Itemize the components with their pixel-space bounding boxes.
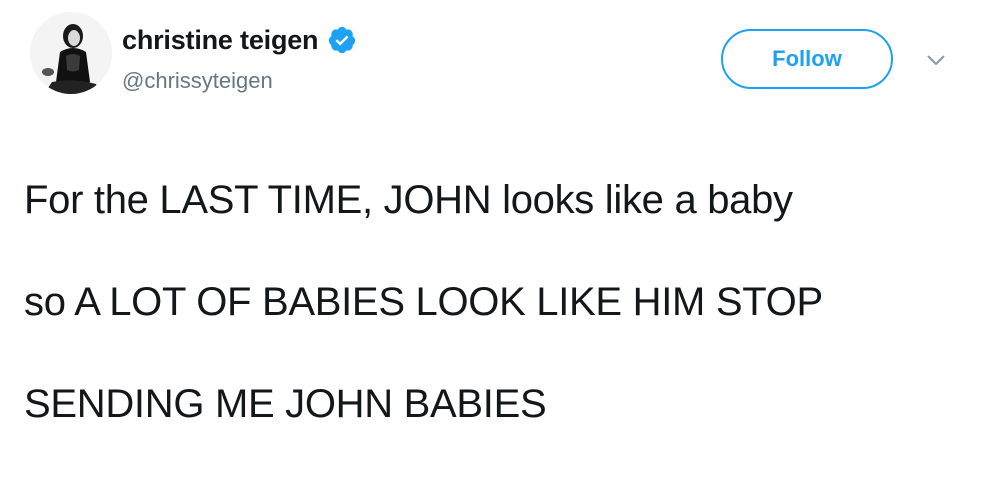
more-options-button[interactable] [922, 48, 950, 72]
display-name[interactable]: christine teigen [122, 25, 319, 56]
tweet-text: For the LAST TIME, JOHN looks like a bab… [24, 124, 974, 481]
tweet-header: christine teigen @chrissyteigen [122, 20, 357, 94]
tweet-text-line: so A LOT OF BABIES LOOK LIKE HIM STOP [24, 280, 823, 324]
name-row: christine teigen [122, 20, 357, 60]
tweet-text-line: SENDING ME JOHN BABIES [24, 382, 547, 426]
avatar-photo [30, 12, 112, 94]
tweet-card: christine teigen @chrissyteigen Follow F… [0, 0, 990, 426]
follow-button[interactable]: Follow [721, 29, 893, 89]
user-handle[interactable]: @chrissyteigen [122, 68, 357, 94]
verified-badge-icon [327, 25, 357, 55]
tweet-text-line: For the LAST TIME, JOHN looks like a bab… [24, 178, 793, 222]
avatar[interactable] [30, 12, 112, 94]
chevron-down-icon [927, 55, 945, 65]
